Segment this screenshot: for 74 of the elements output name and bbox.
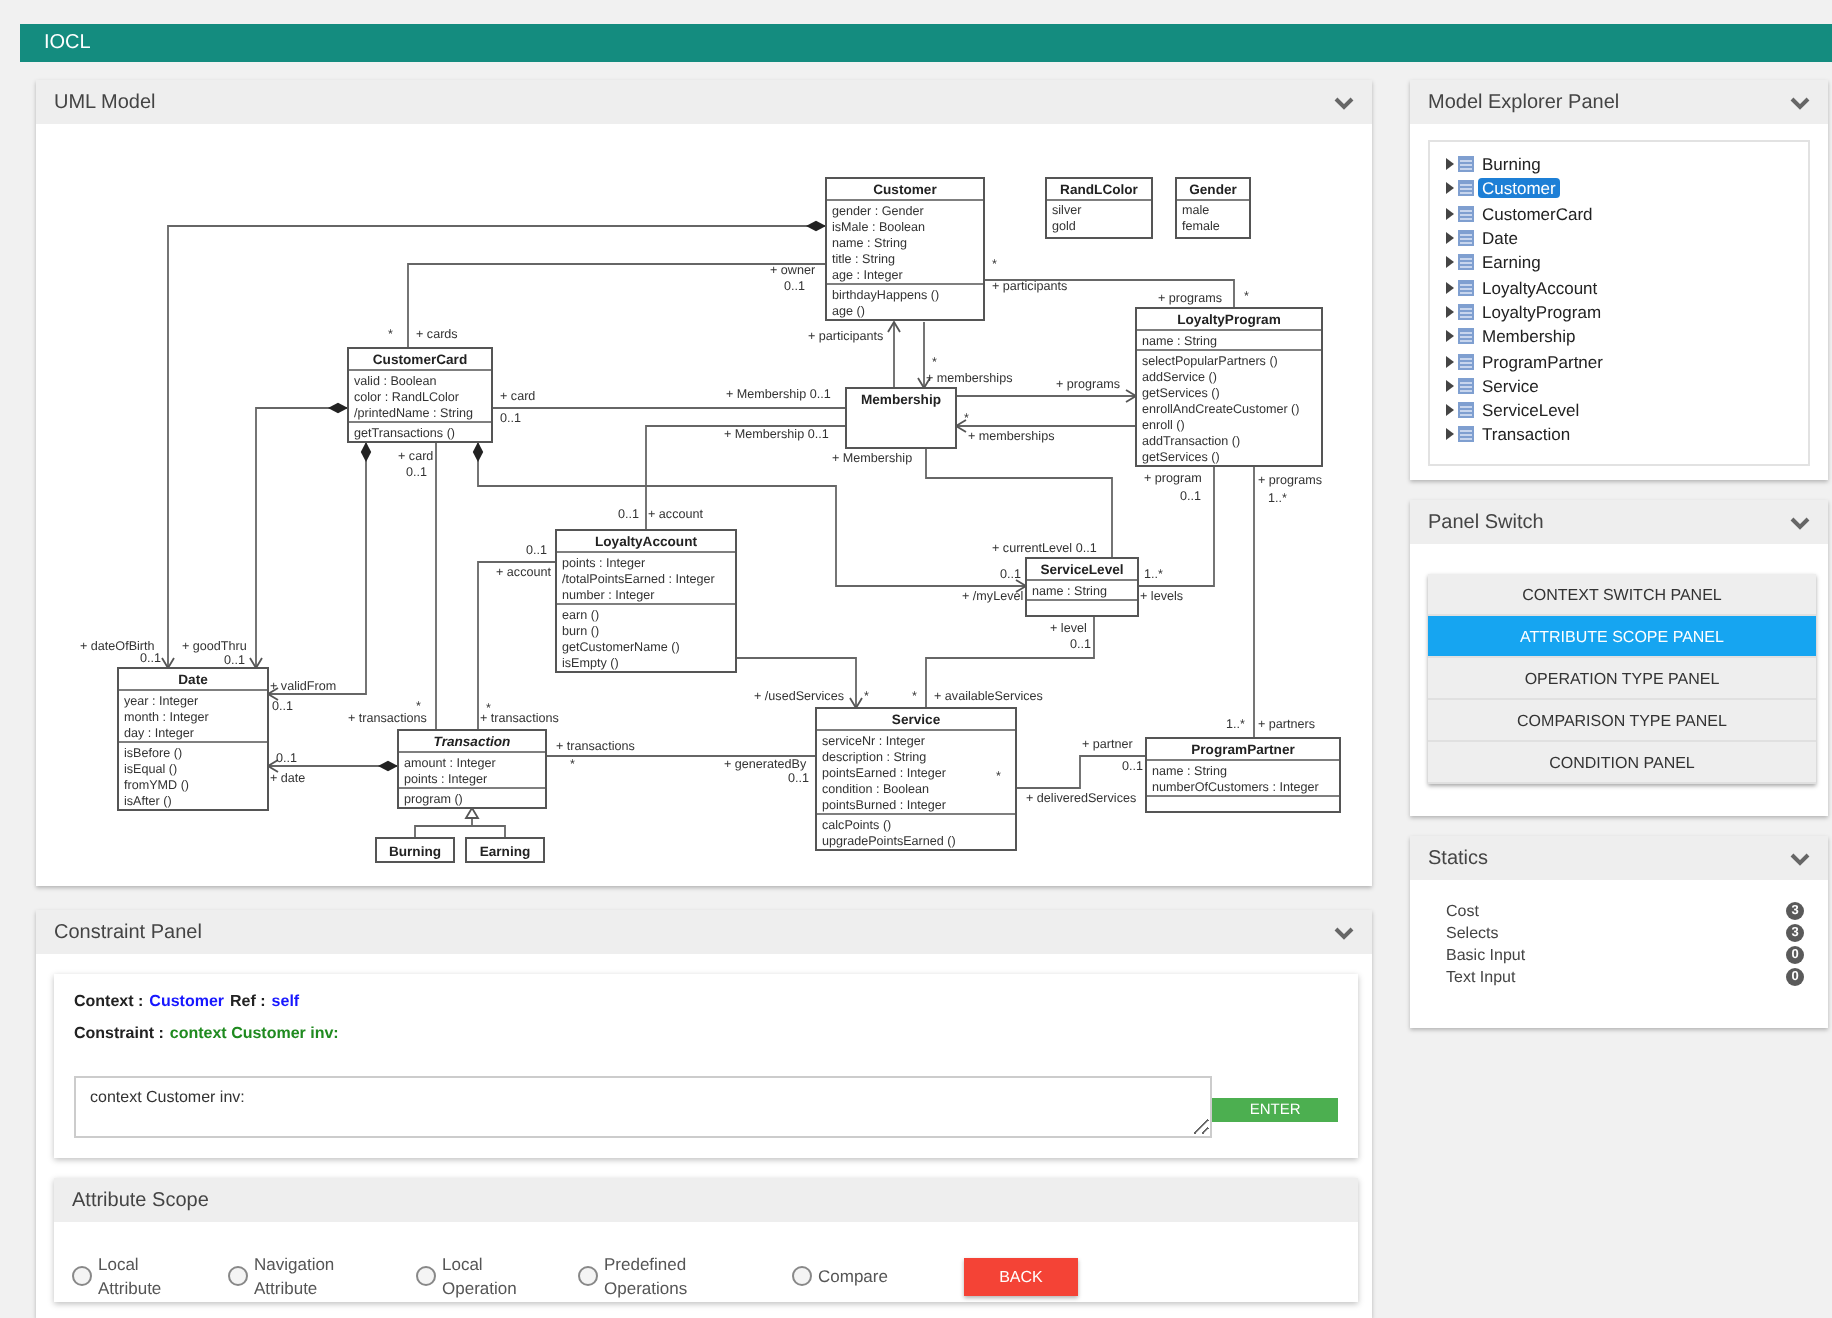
list-icon bbox=[1458, 328, 1474, 345]
class-box bbox=[1175, 177, 1251, 239]
tree-item[interactable]: Date bbox=[1478, 228, 1522, 249]
ref-value: self bbox=[271, 990, 300, 1014]
constraint-label: Constraint : bbox=[74, 1022, 164, 1046]
stat-label: Selects bbox=[1446, 924, 1499, 942]
section-title: Attribute Scope bbox=[72, 1189, 209, 1211]
panel-switch-button[interactable]: CONDITION PANEL bbox=[1428, 742, 1816, 784]
tree-item[interactable]: ProgramPartner bbox=[1478, 351, 1607, 372]
radio-button[interactable] bbox=[228, 1266, 248, 1286]
stat-label: Basic Input bbox=[1446, 946, 1526, 964]
list-icon bbox=[1458, 377, 1474, 394]
association-line bbox=[266, 759, 399, 773]
radio-label: Local Attribute bbox=[98, 1252, 162, 1300]
chevron-down-icon[interactable] bbox=[1790, 95, 1810, 109]
class-box bbox=[465, 837, 545, 863]
radio-label: Navigation Attribute bbox=[254, 1252, 335, 1300]
class-box bbox=[375, 837, 455, 863]
list-icon bbox=[1458, 353, 1474, 370]
tree-item[interactable]: Customer bbox=[1478, 178, 1560, 199]
chevron-down-icon[interactable] bbox=[1790, 515, 1810, 529]
panel-title: Statics bbox=[1428, 847, 1489, 869]
tree-item[interactable]: ServiceLevel bbox=[1478, 400, 1584, 421]
stat-label: Cost bbox=[1446, 902, 1479, 920]
panel-title: Constraint Panel bbox=[54, 921, 202, 943]
tree-item[interactable]: LoyaltyProgram bbox=[1478, 301, 1606, 322]
panel-title: UML Model bbox=[54, 91, 156, 113]
panel-title: Model Explorer Panel bbox=[1428, 91, 1620, 113]
list-icon bbox=[1458, 156, 1474, 173]
tree-item[interactable]: Transaction bbox=[1478, 424, 1575, 445]
panel-switch-button[interactable]: CONTEXT SWITCH PANEL bbox=[1428, 574, 1816, 616]
app-title: IOCL bbox=[44, 32, 91, 54]
radio-label: Compare bbox=[818, 1264, 888, 1288]
association-line bbox=[887, 320, 901, 389]
constraint-input[interactable]: context Customer inv: bbox=[74, 1076, 1213, 1138]
chevron-down-icon[interactable] bbox=[1334, 95, 1354, 109]
stat-label: Text Input bbox=[1446, 968, 1516, 986]
panel-switch-button[interactable]: OPERATION TYPE PANEL bbox=[1428, 658, 1816, 700]
context-class: Customer bbox=[149, 990, 225, 1014]
tree-item[interactable]: Burning bbox=[1478, 154, 1545, 175]
class-box bbox=[1025, 557, 1139, 617]
tree-item[interactable]: Membership bbox=[1478, 326, 1580, 347]
tree-item[interactable]: LoyaltyAccount bbox=[1478, 277, 1602, 298]
generalization-arrow bbox=[414, 806, 506, 839]
list-icon bbox=[1458, 279, 1474, 296]
list-icon bbox=[1458, 205, 1474, 222]
panel-switch-button[interactable]: COMPARISON TYPE PANEL bbox=[1428, 700, 1816, 742]
constraint-value: context Customer inv: bbox=[169, 1022, 339, 1046]
association-line bbox=[917, 321, 931, 390]
radio-button[interactable] bbox=[416, 1266, 436, 1286]
ref-label: Ref : bbox=[230, 990, 266, 1014]
list-icon bbox=[1458, 303, 1474, 320]
radio-label: Predefined Operations bbox=[604, 1252, 688, 1300]
list-icon bbox=[1458, 230, 1474, 247]
list-icon bbox=[1458, 254, 1474, 271]
class-box bbox=[845, 387, 957, 449]
radio-button[interactable] bbox=[578, 1266, 598, 1286]
panel-title: Panel Switch bbox=[1428, 511, 1544, 533]
radio-label: Local Operation bbox=[442, 1252, 517, 1300]
radio-button[interactable] bbox=[72, 1266, 92, 1286]
radio-button[interactable] bbox=[792, 1266, 812, 1286]
list-icon bbox=[1458, 402, 1474, 419]
back-button[interactable]: BACK bbox=[964, 1257, 1078, 1295]
chevron-down-icon[interactable] bbox=[1790, 851, 1810, 865]
class-box bbox=[1045, 177, 1153, 239]
tree-item[interactable]: CustomerCard bbox=[1478, 203, 1597, 224]
association-line bbox=[1137, 465, 1215, 587]
context-label: Context : bbox=[74, 990, 144, 1014]
tree-item[interactable]: Service bbox=[1478, 375, 1543, 396]
list-icon bbox=[1458, 426, 1474, 443]
association-line bbox=[1015, 755, 1147, 789]
list-icon bbox=[1458, 180, 1474, 197]
tree-item[interactable]: Earning bbox=[1478, 252, 1545, 273]
chevron-down-icon[interactable] bbox=[1334, 925, 1354, 939]
